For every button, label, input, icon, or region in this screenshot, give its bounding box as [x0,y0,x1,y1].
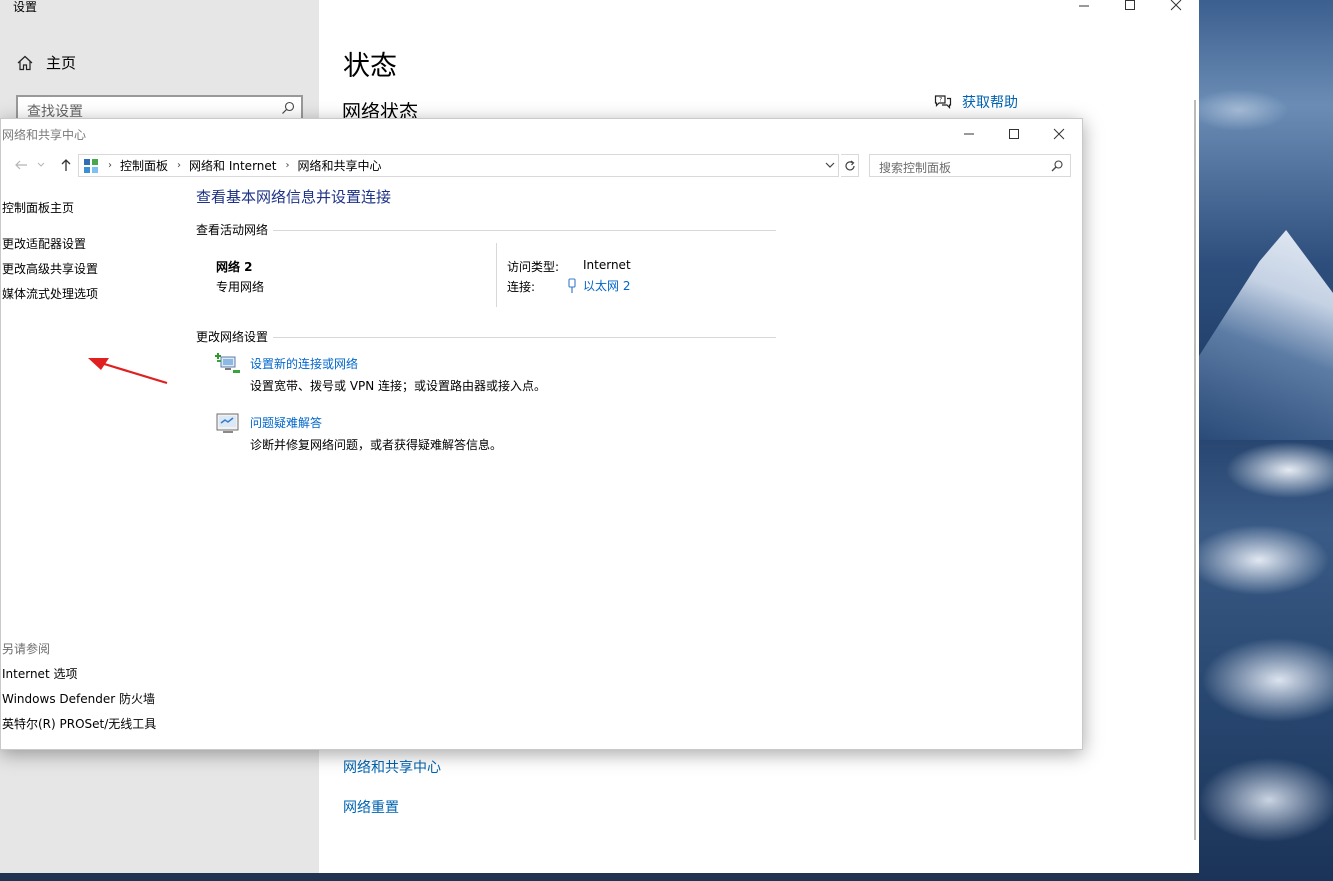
close-icon [1170,0,1182,11]
internet-options-link[interactable]: Internet 选项 [2,665,77,682]
media-streaming-options-link[interactable]: 媒体流式处理选项 [2,285,98,302]
maximize-icon [1009,129,1019,139]
intel-proset-wireless-link[interactable]: 英特尔(R) PROSet/无线工具 [2,715,156,732]
settings-window-title: 设置 [13,0,38,14]
refresh-button[interactable] [841,154,859,177]
change-advanced-sharing-link[interactable]: 更改高级共享设置 [2,260,98,277]
change-network-settings-label: 更改网络设置 [196,330,269,344]
connection-label: 连接: [507,280,536,294]
access-type-label: 访问类型: [507,260,560,274]
settings-home-item[interactable]: 主页 [16,52,76,73]
settings-close-button[interactable] [1153,0,1199,14]
see-also-label: 另请参阅 [2,642,51,656]
troubleshoot-icon [216,413,239,433]
maximize-icon [1125,0,1135,10]
control-panel-icon [84,158,98,173]
change-adapter-settings-link[interactable]: 更改适配器设置 [2,235,86,252]
back-button[interactable] [12,156,30,174]
address-bar-row: › 控制面板 › 网络和 Internet › 网络和共享中心 搜索控制面板 [1,154,1084,178]
desktop-wallpaper [1199,0,1333,881]
chevron-down-icon [37,162,45,167]
settings-minimize-button[interactable] [1061,0,1107,14]
network-sharing-center-window: 网络和共享中心 › 控制面板 › 网络和 Internet › 网络和共享中心 [0,118,1083,750]
svg-text:?: ? [939,97,942,104]
section-divider [273,230,776,231]
taskbar-edge [0,873,1199,881]
close-icon [1053,128,1065,140]
breadcrumb-network-internet[interactable]: 网络和 Internet [189,157,276,174]
get-help-link[interactable]: ? 获取帮助 [934,92,1018,112]
nsc-minimize-button[interactable] [946,124,992,144]
troubleshoot-desc: 诊断并修复网络问题，或者获得疑难解答信息。 [250,438,503,452]
nsc-window-title: 网络和共享中心 [2,128,87,142]
refresh-icon [844,160,855,170]
arrow-left-icon [15,160,27,170]
nsc-close-button[interactable] [1036,124,1082,144]
setup-new-connection-link[interactable]: 设置新的连接或网络 [250,355,358,372]
search-icon [1051,160,1063,172]
ethernet-icon [568,277,576,293]
minimize-icon [1079,5,1089,7]
settings-scrollbar[interactable] [1194,100,1196,840]
control-panel-home-link[interactable]: 控制面板主页 [2,199,74,216]
control-panel-search-input[interactable]: 搜索控制面板 [869,154,1071,177]
settings-maximize-button[interactable] [1107,0,1153,14]
breadcrumb-network-sharing-center[interactable]: 网络和共享中心 [297,157,381,174]
breadcrumb-separator-icon: › [285,160,290,171]
address-bar[interactable]: › 控制面板 › 网络和 Internet › 网络和共享中心 [78,154,839,177]
page-title: 状态 [343,51,397,82]
active-networks-label: 查看活动网络 [196,223,269,237]
windows-defender-firewall-link[interactable]: Windows Defender 防火墙 [2,690,155,707]
breadcrumb-separator-icon: › [177,160,182,171]
help-chat-icon: ? [934,95,952,109]
access-type-value: Internet [583,258,631,272]
network-name: 网络 2 [216,260,253,274]
network-sharing-center-link[interactable]: 网络和共享中心 [343,757,441,777]
minimize-icon [964,133,974,135]
annotation-arrow-icon [88,358,168,385]
home-icon [17,55,33,70]
troubleshoot-link[interactable]: 问题疑难解答 [250,414,322,431]
settings-home-label: 主页 [46,54,77,72]
chevron-down-icon[interactable] [824,159,836,171]
network-reset-link[interactable]: 网络重置 [343,797,399,817]
breadcrumb-separator-icon: › [108,160,112,171]
network-divider [496,243,497,307]
setup-new-connection-desc: 设置宽带、拨号或 VPN 连接；或设置路由器或接入点。 [250,379,547,393]
get-help-label: 获取帮助 [962,95,1018,111]
nsc-maximize-button[interactable] [991,124,1037,144]
arrow-up-icon [61,159,71,171]
recent-dropdown-button[interactable] [36,156,46,174]
page-heading: 查看基本网络信息并设置连接 [196,188,392,206]
section-divider [273,337,776,338]
ethernet-connection-label: 以太网 2 [583,279,631,293]
search-placeholder: 搜索控制面板 [879,161,952,175]
search-icon [282,101,295,114]
up-button[interactable] [57,156,75,174]
new-connection-icon [215,353,240,373]
ethernet-connection-link[interactable]: 以太网 2 [567,277,630,294]
network-category: 专用网络 [216,280,265,294]
breadcrumb-control-panel[interactable]: 控制面板 [120,157,168,174]
